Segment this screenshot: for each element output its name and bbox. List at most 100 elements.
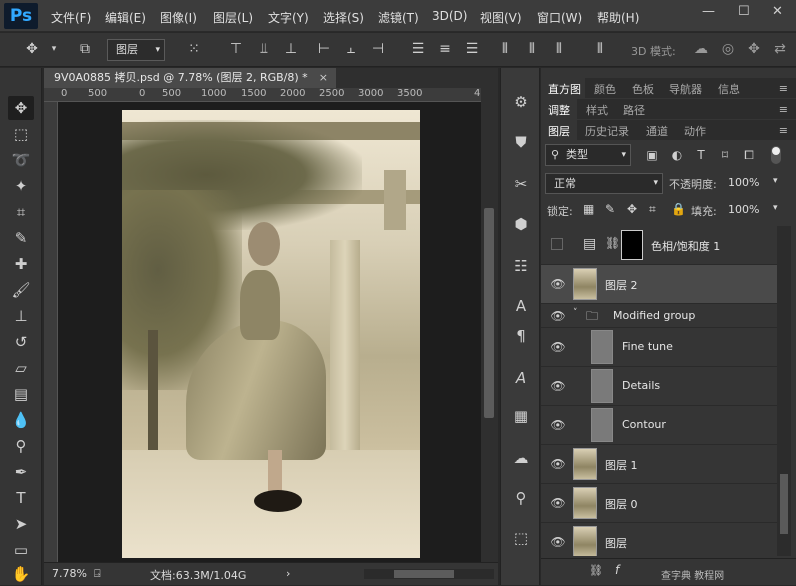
menu-file[interactable]: 文件(F) [51,9,91,26]
scroll-thumb[interactable] [394,570,454,578]
chevron-down-icon[interactable]: ˅ [573,308,578,318]
layer-row[interactable]: 👁 Fine tune [541,328,781,367]
tab-history[interactable]: 历史记录 [585,123,629,139]
layers-scrollbar[interactable] [777,226,791,556]
eye-icon[interactable]: 👁 [550,418,566,432]
chevron-down-icon[interactable]: ▾ [773,176,778,186]
distribute-right-icon[interactable]: ⦀ [551,41,567,57]
align-right-icon[interactable]: ⊣ [370,41,386,57]
align-hcenter-icon[interactable]: ⫠ [343,41,359,57]
pan-3d-icon[interactable]: ✥ [746,41,762,57]
vertical-scrollbar[interactable] [481,88,498,562]
menu-view[interactable]: 视图(V) [480,9,522,26]
magic-wand-tool-icon[interactable]: ✦ [8,174,34,198]
eye-icon[interactable]: 👁 [550,496,566,510]
healing-brush-tool-icon[interactable]: ✚ [8,252,34,276]
character-panel-icon[interactable]: A [509,294,533,318]
stamp-panel-icon[interactable]: ⛊ [509,130,533,154]
align-top-icon[interactable]: ⊤ [228,41,244,57]
move-tool-icon[interactable]: ✥ [8,96,34,120]
eye-icon[interactable]: 👁 [550,379,566,393]
eye-icon[interactable]: 👁 [550,457,566,471]
menu-help[interactable]: 帮助(H) [597,9,639,26]
type-tool-icon[interactable]: T [8,486,34,510]
layer-row[interactable]: ▤ ⛓ 色相/饱和度 1 [541,226,781,265]
tab-layers[interactable]: 图层 [548,123,570,139]
marquee-tool-icon[interactable]: ⬚ [8,122,34,146]
panel-menu-icon[interactable]: ≡ [779,103,788,116]
link-layers-icon[interactable]: ⛓ [589,564,603,577]
tab-histogram[interactable]: 直方图 [548,81,581,97]
tab-channels[interactable]: 通道 [646,123,668,139]
auto-select-dropdown[interactable]: 图层 ▾ [107,39,165,61]
tab-actions[interactable]: 动作 [684,123,706,139]
lock-all-icon[interactable]: 🔒 [671,202,686,216]
tab-swatches[interactable]: 色板 [632,81,654,97]
menu-window[interactable]: 窗口(W) [537,9,582,26]
zoom-level[interactable]: 7.78% [52,567,87,580]
pen-tool-icon[interactable]: ✒ [8,460,34,484]
lock-position-icon[interactable]: ✥ [627,202,637,216]
lock-transparent-icon[interactable]: ▦ [583,202,594,216]
link-icon[interactable]: ⛓ [605,236,620,250]
eye-icon[interactable]: 👁 [550,277,566,291]
libraries-panel-icon[interactable]: ▦ [509,404,533,428]
orbit-3d-icon[interactable]: ☁ [693,41,709,57]
rectangle-tool-icon[interactable]: ▭ [8,538,34,562]
layer-row[interactable]: 👁 图层 1 [541,445,781,484]
align-vcenter-icon[interactable]: ⫫ [256,41,272,57]
tab-styles[interactable]: 样式 [586,102,608,118]
export-icon[interactable]: ⍈ [94,567,101,581]
paragraph-panel-icon[interactable]: ¶ [509,324,533,348]
tab-color[interactable]: 颜色 [594,81,616,97]
layer-row[interactable]: 👁 图层 0 [541,484,781,523]
slide-3d-icon[interactable]: ⇄ [772,41,788,57]
close-icon[interactable]: × [319,68,328,88]
blur-tool-icon[interactable]: 💧 [8,408,34,432]
tab-paths[interactable]: 路径 [623,102,645,118]
adjust-icon[interactable]: ⚙ [509,90,533,114]
panel-menu-icon[interactable]: ≡ [779,124,788,137]
filter-toggle[interactable] [771,146,781,164]
properties-panel-icon[interactable]: ☷ [509,254,533,278]
eyedropper-tool-icon[interactable]: ✎ [8,226,34,250]
layer-mask-thumbnail[interactable] [621,230,643,260]
menu-image[interactable]: 图像(I) [160,9,197,26]
distribute-bottom-icon[interactable]: ☰ [464,41,480,57]
restore-button[interactable]: ☐ [738,4,750,19]
lasso-tool-icon[interactable]: ➰ [8,148,34,172]
distribute-vcenter-icon[interactable]: ≡ [437,41,453,57]
brush-tool-icon[interactable]: 🖌 [8,278,34,302]
tools-panel-icon[interactable]: ✂ [509,172,533,196]
eye-icon[interactable]: 👁 [550,309,566,323]
gradient-tool-icon[interactable]: ▤ [8,382,34,406]
menu-layer[interactable]: 图层(L) [213,9,253,26]
status-expand-arrow[interactable]: › [286,567,290,580]
eraser-tool-icon[interactable]: ▱ [8,356,34,380]
tab-adjustments[interactable]: 调整 [548,102,570,118]
distribute-left-icon[interactable]: ⦀ [497,41,513,57]
filter-pixel-icon[interactable]: ▣ [644,147,660,163]
align-bottom-icon[interactable]: ⊥ [283,41,299,57]
chevron-down-icon[interactable]: ▾ [773,203,778,213]
creative-cloud-icon[interactable]: ☁ [509,446,533,470]
filter-adjustment-icon[interactable]: ◐ [669,147,685,163]
layer-row[interactable]: 👁 图层 2 [541,265,781,304]
menu-3d[interactable]: 3D(D) [432,9,467,23]
scroll-thumb[interactable] [780,474,788,534]
menu-filter[interactable]: 滤镜(T) [378,9,419,26]
history-brush-tool-icon[interactable]: ↺ [8,330,34,354]
menu-select[interactable]: 选择(S) [323,9,364,26]
close-window-button[interactable]: ✕ [772,4,783,19]
blend-mode-dropdown[interactable]: 正常 ▾ [545,173,663,194]
layer-row[interactable]: 👁 Contour [541,406,781,445]
tool-presets-icon[interactable]: ⚲ [509,486,533,510]
3d-panel-icon[interactable]: ⬢ [509,212,533,236]
scroll-thumb[interactable] [484,208,494,418]
eye-icon[interactable]: 👁 [550,340,566,354]
3d-object-icon[interactable]: ⬚ [509,526,533,550]
align-left-icon[interactable]: ⊢ [316,41,332,57]
distribute-hcenter-icon[interactable]: ⦀ [524,41,540,57]
tab-navigator[interactable]: 导航器 [669,81,702,97]
visibility-toggle-off[interactable] [551,238,563,250]
